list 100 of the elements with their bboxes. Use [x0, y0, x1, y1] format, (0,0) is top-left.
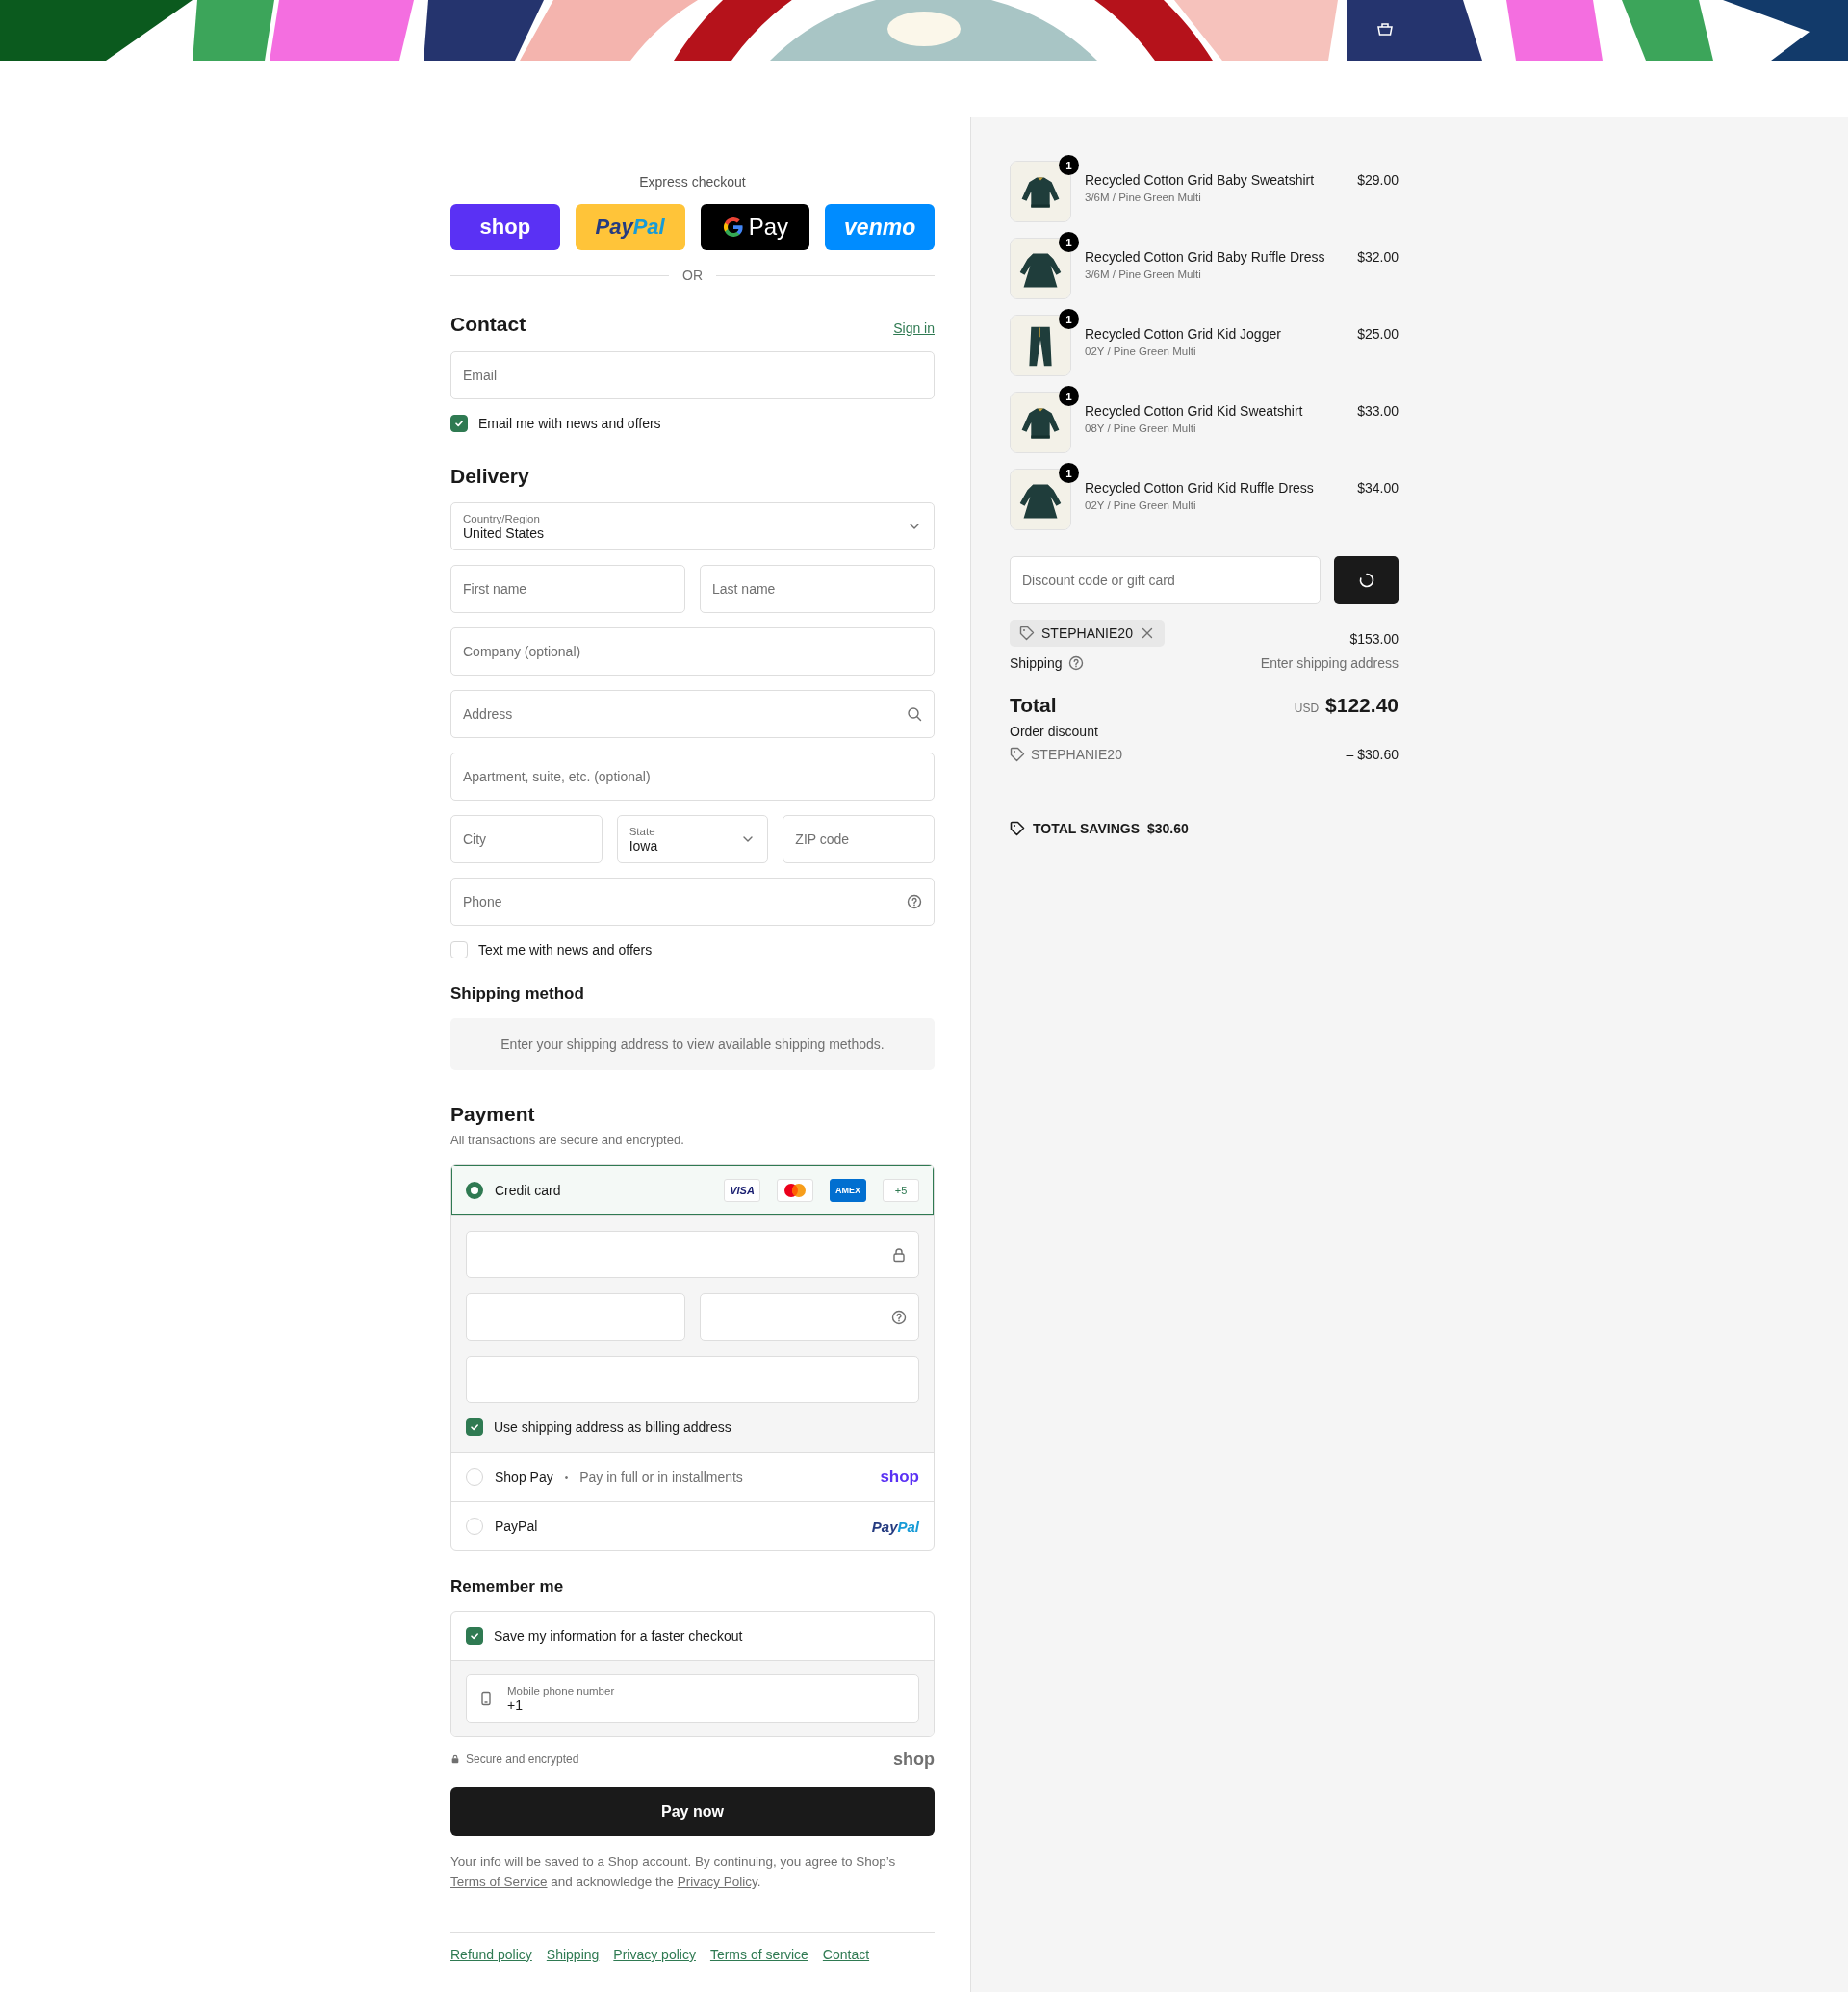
shop-logo: shop — [893, 1749, 935, 1770]
discount-code: STEPHANIE20 — [1031, 746, 1122, 763]
tag-icon — [1010, 747, 1025, 762]
product-variant: 02Y / Pine Green Multi — [1085, 345, 1197, 357]
section-subtitle: All transactions are secure and encrypted. — [450, 1132, 685, 1149]
tag-icon — [1010, 821, 1025, 836]
input-field[interactable]: Address — [450, 690, 935, 738]
savings-label: TOTAL SAVINGS — [1033, 821, 1140, 836]
checkmark-icon — [469, 1421, 480, 1433]
venmo-button[interactable]: venmo — [825, 204, 935, 250]
quantity-badge: 1 — [1059, 309, 1079, 329]
paypal-logo: PayPal — [871, 1518, 919, 1535]
phone-icon — [478, 1691, 494, 1706]
shop-logo: shop — [880, 1468, 919, 1487]
total-amount: $122.40 — [1325, 693, 1399, 717]
bag-icon — [1376, 21, 1394, 37]
footer-link[interactable]: Shipping — [546, 1947, 600, 1962]
lock-icon — [891, 1246, 907, 1263]
subtotal-amount: $153.00 — [1349, 631, 1399, 647]
product-variant: 08Y / Pine Green Multi — [1085, 422, 1197, 434]
product-name: Recycled Cotton Grid Baby Sweatshirt — [1085, 172, 1316, 188]
discount-amount: – $30.60 — [1346, 746, 1399, 763]
input-field[interactable]: Apartment, suite, etc. (optional) — [450, 753, 935, 801]
google-pay-button[interactable]: Pay — [700, 204, 810, 250]
radio-button[interactable] — [466, 1182, 483, 1199]
help-icon — [891, 1309, 907, 1325]
input-field[interactable]: First name — [450, 565, 685, 613]
checkmark-icon — [453, 418, 465, 429]
product-variant: 3/6M / Pine Green Multi — [1085, 192, 1202, 203]
quantity-badge: 1 — [1059, 155, 1079, 175]
input-field[interactable]: Mobile phone number +1 — [466, 1674, 919, 1723]
name-on-card-field[interactable] — [466, 1356, 919, 1403]
discount-field[interactable]: Discount code or gift card — [1010, 556, 1321, 604]
product-price: $34.00 — [1357, 479, 1399, 498]
apply-button[interactable] — [1334, 556, 1399, 604]
legal-link[interactable]: Terms of Service — [450, 1875, 548, 1889]
select-field[interactable]: State Iowa — [616, 815, 769, 863]
paypal-button[interactable]: PayPal — [575, 204, 685, 250]
checkbox-label: Email me with news and offers — [478, 415, 661, 432]
section-heading: Shipping method — [450, 983, 585, 1005]
product-price: $25.00 — [1357, 325, 1399, 344]
footer-link[interactable]: Privacy policy — [613, 1947, 696, 1962]
discount-code: STEPHANIE20 — [1041, 626, 1133, 641]
section-heading: Delivery — [450, 465, 530, 488]
google-icon — [721, 216, 745, 239]
help-icon — [907, 894, 922, 909]
footer-link[interactable]: Contact — [822, 1947, 870, 1962]
checkbox-label: Use shipping address as billing address — [494, 1418, 732, 1436]
pay-now-button[interactable]: Pay now — [450, 1787, 935, 1836]
total-label: Total — [1010, 693, 1057, 717]
footer-link[interactable]: Terms of service — [709, 1947, 808, 1962]
currency-code: USD — [1294, 701, 1320, 715]
shop-pay-button[interactable]: shop — [450, 204, 560, 250]
lock-icon — [450, 1754, 460, 1764]
input-field[interactable]: Last name — [700, 565, 935, 613]
legal-link[interactable]: Privacy Policy — [677, 1875, 757, 1889]
section-heading: Payment — [450, 1103, 536, 1126]
checkbox-label: Text me with news and offers — [478, 941, 653, 958]
search-icon — [907, 706, 922, 722]
checkbox[interactable] — [466, 1627, 483, 1645]
card-brand-logo: AMEX — [830, 1179, 866, 1202]
divider-label: OR — [682, 268, 703, 283]
card-number-field[interactable] — [466, 1231, 919, 1278]
product-variant: 02Y / Pine Green Multi — [1085, 499, 1197, 511]
input-field[interactable]: Company (optional) — [450, 627, 935, 676]
product-name: Recycled Cotton Grid Kid Sweatshirt — [1085, 403, 1304, 419]
sign-in-link[interactable]: Sign in — [893, 320, 935, 336]
product-variant: 3/6M / Pine Green Multi — [1085, 268, 1202, 280]
security-code-field[interactable] — [700, 1293, 919, 1341]
checkbox-label: Save my information for a faster checkout — [494, 1627, 743, 1645]
payment-option[interactable]: PayPal PayPal — [451, 1501, 934, 1550]
legal-text: Your info will be saved to a Shop account. By continuing, you agree to Shop’s Terms of Service and acknowledge the Privacy Policy. — [450, 1853, 897, 1891]
quantity-badge: 1 — [1059, 232, 1079, 252]
input-field[interactable]: Email — [450, 351, 935, 399]
section-label: Express checkout — [639, 173, 746, 191]
product-name: Recycled Cotton Grid Baby Ruffle Dress — [1085, 249, 1326, 265]
product-price: $32.00 — [1357, 248, 1399, 267]
payment-option[interactable]: Shop Pay • Pay in full or in installments shop — [451, 1452, 934, 1501]
checkbox[interactable] — [466, 1418, 483, 1436]
option-label: Shop Pay — [495, 1469, 553, 1485]
shipping-value: Enter shipping address — [1260, 654, 1399, 672]
select-field[interactable]: Country/Region United States — [450, 502, 935, 550]
payment-option[interactable]: Credit card VISA AMEX +5 — [451, 1165, 934, 1215]
input-field[interactable]: Phone — [450, 878, 935, 926]
input-field[interactable]: City — [450, 815, 603, 863]
product-price: $33.00 — [1357, 402, 1399, 421]
option-label: PayPal — [495, 1519, 538, 1534]
expiry-field[interactable] — [466, 1293, 685, 1341]
checkbox[interactable] — [450, 415, 468, 432]
quantity-badge: 1 — [1059, 386, 1079, 406]
footer-link[interactable]: Refund policy — [450, 1947, 532, 1962]
card-brand-logo: VISA — [724, 1179, 760, 1202]
separator-dot: • — [564, 1471, 569, 1483]
info-message: Enter your shipping address to view available shipping methods. — [450, 1018, 935, 1070]
savings-amount: $30.60 — [1147, 821, 1189, 836]
product-name: Recycled Cotton Grid Kid Ruffle Dress — [1085, 480, 1315, 496]
spinner-icon — [1357, 572, 1375, 589]
input-field[interactable]: ZIP code — [783, 815, 935, 863]
option-note: Pay in full or in installments — [579, 1469, 743, 1485]
product-price: $29.00 — [1357, 171, 1399, 190]
